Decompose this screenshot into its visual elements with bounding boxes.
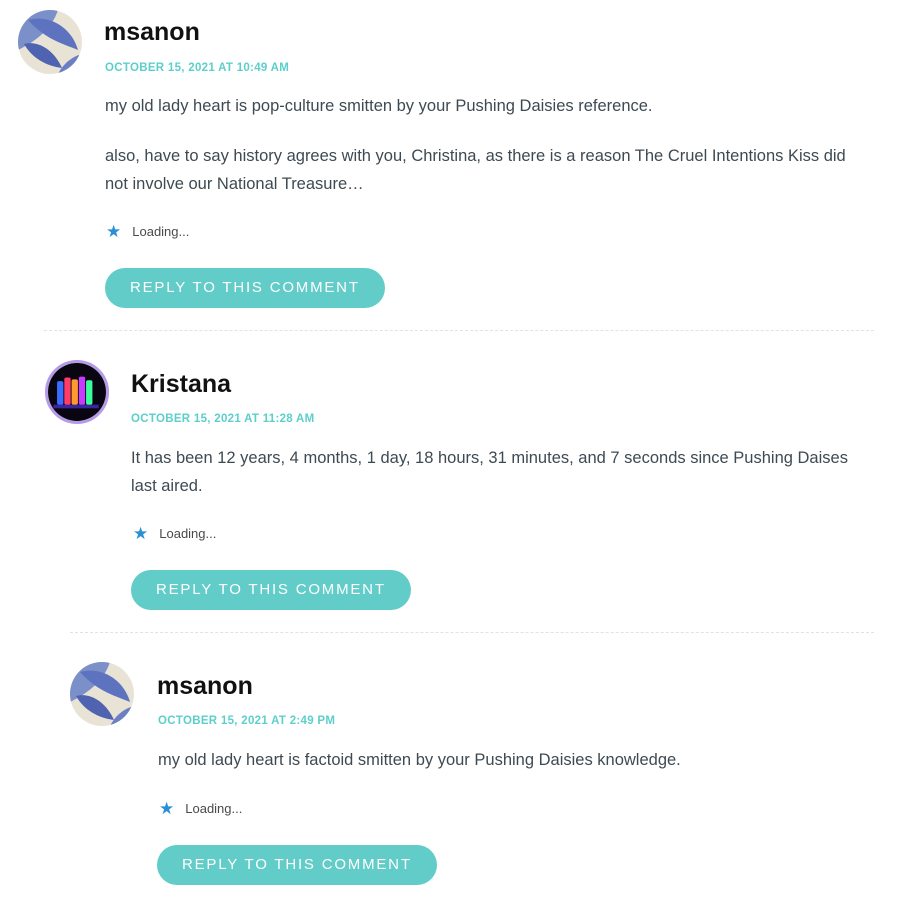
comment-date-link[interactable]: OCTOBER 15, 2021 AT 2:49 PM — [158, 715, 335, 727]
reply-button[interactable]: REPLY TO THIS COMMENT — [157, 845, 437, 885]
star-icon[interactable]: ★ — [159, 800, 174, 817]
comment-paragraph: my old lady heart is factoid smitten by … — [158, 751, 681, 769]
flower-avatar-icon — [70, 662, 134, 726]
like-widget: ★ Loading... — [159, 800, 242, 817]
likes-loading-text: Loading... — [185, 801, 243, 816]
avatar[interactable] — [70, 662, 134, 726]
comment-author[interactable]: msanon — [157, 671, 253, 701]
comment: msanon OCTOBER 15, 2021 AT 2:49 PM my ol… — [0, 0, 898, 900]
